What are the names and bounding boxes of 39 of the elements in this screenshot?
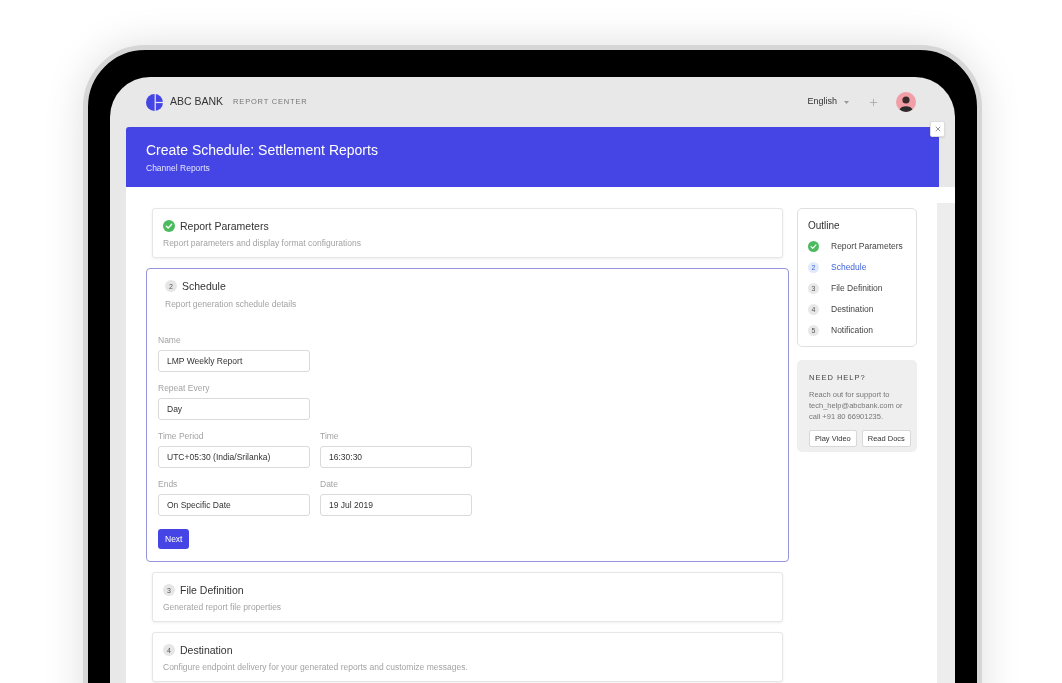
- outline-label: File Definition: [831, 282, 883, 295]
- field-label: Ends: [158, 478, 179, 490]
- step-description: Generated report file properties: [163, 602, 283, 613]
- outline-label: Schedule: [831, 261, 867, 274]
- brand-name: ABC BANK: [170, 94, 224, 110]
- step-description: Report parameters and display format configurations: [163, 238, 362, 249]
- step-description: Report generation schedule details: [165, 299, 298, 310]
- field-label: Name: [158, 334, 182, 346]
- outline-label: Report Parameters: [831, 240, 903, 253]
- page-subtitle: Channel Reports: [146, 162, 211, 174]
- text-field[interactable]: 16:30:30: [320, 446, 472, 468]
- text-field[interactable]: Day: [158, 398, 310, 420]
- step-title: Schedule: [182, 280, 226, 292]
- next-button[interactable]: Next: [158, 529, 190, 549]
- close-icon: [933, 125, 942, 133]
- field-label: Repeat Every: [158, 382, 211, 394]
- outline-label: Destination: [831, 303, 874, 316]
- step-card[interactable]: Report Parameters Report parameters and display format configurations: [152, 208, 783, 258]
- field-label: Date: [320, 478, 339, 490]
- plus-icon[interactable]: [868, 96, 879, 108]
- text-field[interactable]: UTC+05:30 (India/Srilanka): [158, 446, 310, 468]
- step-title: Report Parameters: [180, 220, 269, 232]
- step-title: Destination: [180, 644, 233, 656]
- text-field[interactable]: 19 Jul 2019: [320, 494, 472, 516]
- field-label: Time Period: [158, 430, 205, 442]
- text-field[interactable]: On Specific Date: [158, 494, 310, 516]
- logo-icon: [146, 93, 163, 111]
- language-dropdown[interactable]: English: [807, 95, 849, 109]
- caret-icon: [844, 100, 849, 104]
- outline-item[interactable]: Report Parameters: [808, 236, 916, 257]
- step-description: Configure endpoint delivery for your generated reports and customize messages.: [163, 662, 469, 673]
- outline-title: Outline: [808, 220, 841, 232]
- close-button[interactable]: [930, 121, 945, 137]
- step-title: File Definition: [180, 584, 244, 596]
- page-title: Create Schedule: Settlement Reports: [146, 141, 379, 159]
- field-label: Time: [320, 430, 340, 442]
- text-field[interactable]: LMP Weekly Report: [158, 350, 310, 372]
- outline-label: Notification: [831, 324, 874, 337]
- avatar-icon[interactable]: [896, 92, 916, 112]
